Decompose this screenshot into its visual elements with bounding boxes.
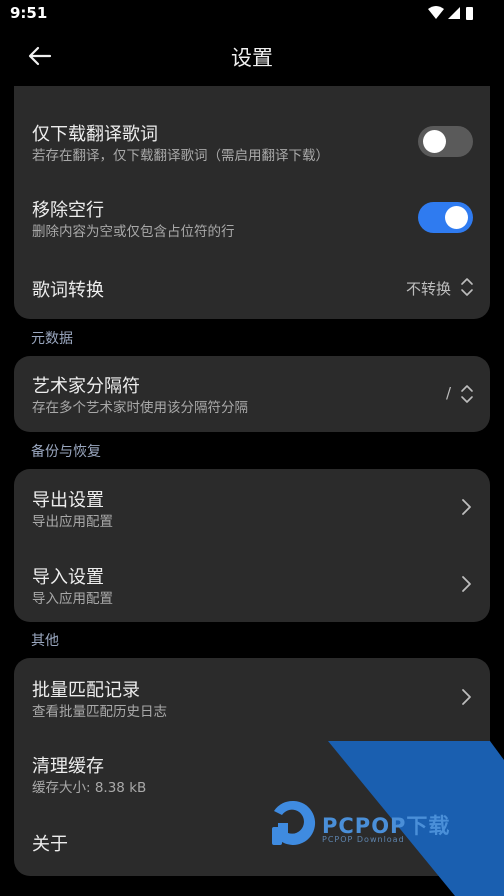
setting-title: 导入设置 bbox=[32, 567, 104, 588]
status-time: 9:51 bbox=[10, 4, 48, 22]
setting-subtitle: 删除内容为空或仅包含占位符的行 bbox=[32, 224, 235, 240]
setting-import[interactable]: 导入设置 导入应用配置 bbox=[14, 546, 490, 622]
status-icons bbox=[428, 6, 473, 20]
up-down-chevron-icon bbox=[461, 278, 473, 296]
setting-title: 艺术家分隔符 bbox=[32, 376, 140, 397]
up-down-chevron-icon bbox=[461, 385, 473, 403]
signal-icon bbox=[448, 7, 460, 19]
setting-batch-records[interactable]: 批量匹配记录 查看批量匹配历史日志 bbox=[14, 658, 490, 734]
setting-subtitle: 导出应用配置 bbox=[32, 514, 113, 530]
setting-clear-cache[interactable]: 清理缓存 缓存大小: 8.38 kB bbox=[14, 734, 490, 810]
lyrics-settings-card: 仅下载翻译歌词 若存在翻译，仅下载翻译歌词（需启用翻译下载） 移除空行 删除内容… bbox=[14, 86, 490, 319]
setting-lyric-convert[interactable]: 歌词转换 不转换 bbox=[14, 262, 490, 312]
status-bar: 9:51 bbox=[0, 0, 504, 28]
setting-title: 导出设置 bbox=[32, 490, 104, 511]
setting-title: 移除空行 bbox=[32, 200, 104, 221]
setting-subtitle: 导入应用配置 bbox=[32, 591, 113, 607]
section-label-other: 其他 bbox=[31, 633, 59, 649]
page-title: 设置 bbox=[231, 46, 273, 70]
section-label-backup: 备份与恢复 bbox=[31, 444, 101, 460]
setting-title: 批量匹配记录 bbox=[32, 680, 140, 701]
setting-title: 仅下载翻译歌词 bbox=[32, 124, 158, 145]
setting-export[interactable]: 导出设置 导出应用配置 bbox=[14, 469, 490, 545]
other-card: 批量匹配记录 查看批量匹配历史日志 清理缓存 缓存大小: 8.38 kB 关于 bbox=[14, 658, 490, 876]
setting-title: 关于 bbox=[32, 834, 68, 855]
wifi-icon bbox=[428, 6, 444, 19]
toggle-knob bbox=[445, 206, 468, 229]
setting-subtitle: 存在多个艺术家时使用该分隔符分隔 bbox=[32, 400, 248, 416]
setting-subtitle: 缓存大小: 8.38 kB bbox=[32, 780, 147, 796]
setting-title: 清理缓存 bbox=[32, 756, 104, 777]
metadata-card: 艺术家分隔符 存在多个艺术家时使用该分隔符分隔 / bbox=[14, 356, 490, 432]
chevron-right-icon bbox=[462, 499, 471, 515]
app-bar: 设置 bbox=[0, 28, 504, 84]
battery-icon bbox=[466, 7, 473, 20]
setting-title: 歌词转换 bbox=[32, 280, 104, 301]
translate-only-toggle[interactable] bbox=[418, 126, 473, 157]
backup-card: 导出设置 导出应用配置 导入设置 导入应用配置 bbox=[14, 469, 490, 622]
setting-artist-separator[interactable]: 艺术家分隔符 存在多个艺术家时使用该分隔符分隔 / bbox=[14, 356, 490, 432]
pcpop-logo-icon bbox=[272, 800, 316, 845]
setting-subtitle: 查看批量匹配历史日志 bbox=[32, 704, 167, 720]
setting-translate-only[interactable]: 仅下载翻译歌词 若存在翻译，仅下载翻译歌词（需启用翻译下载） bbox=[14, 110, 490, 170]
convert-value: 不转换 bbox=[406, 280, 452, 298]
setting-remove-blank[interactable]: 移除空行 删除内容为空或仅包含占位符的行 bbox=[14, 186, 490, 246]
chevron-right-icon bbox=[462, 576, 471, 592]
toggle-knob bbox=[423, 130, 446, 153]
chevron-right-icon bbox=[462, 689, 471, 705]
setting-subtitle: 若存在翻译，仅下载翻译歌词（需启用翻译下载） bbox=[32, 148, 329, 164]
section-label-metadata: 元数据 bbox=[31, 331, 73, 347]
separator-value: / bbox=[446, 384, 452, 402]
remove-blank-toggle[interactable] bbox=[418, 202, 473, 233]
watermark-sub: PCPOP Download bbox=[322, 835, 405, 844]
